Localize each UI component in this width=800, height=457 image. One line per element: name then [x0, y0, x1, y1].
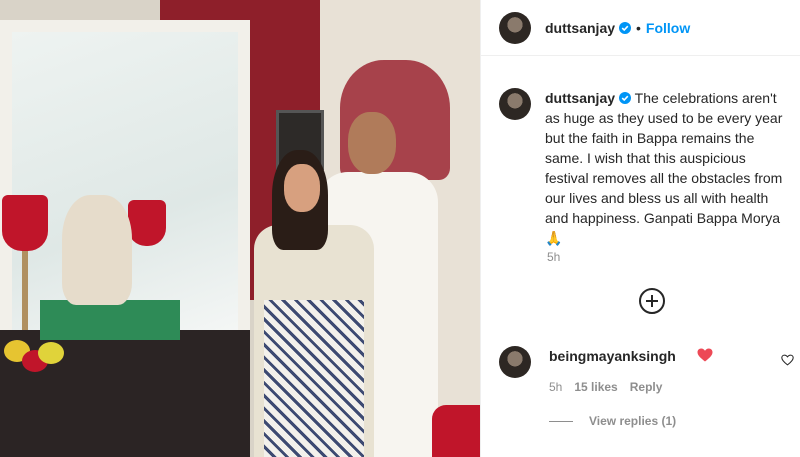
- heart-emoji-icon: [697, 348, 713, 362]
- avatar[interactable]: [499, 346, 531, 378]
- post-photo[interactable]: [0, 0, 480, 457]
- photo-red-lamp: [2, 195, 48, 251]
- follow-button[interactable]: Follow: [646, 20, 690, 36]
- caption-text-block: duttsanjay The celebrations aren't as hu…: [545, 88, 789, 249]
- comment-meta: 5h 15 likes Reply: [549, 380, 662, 394]
- photo-woman-print: [264, 300, 364, 457]
- photo-ganesha-idol: [62, 195, 132, 305]
- separator-dot: •: [636, 19, 641, 36]
- photo-green-cloth: [40, 300, 180, 340]
- header-username[interactable]: duttsanjay: [545, 20, 615, 36]
- caption-text: The celebrations aren't as huge as they …: [545, 90, 783, 226]
- photo-lamp-stand: [22, 250, 28, 330]
- photo-red-chair: [432, 405, 480, 457]
- comment-likes[interactable]: 15 likes: [574, 380, 617, 394]
- verified-badge-icon: [619, 21, 632, 34]
- avatar[interactable]: [499, 11, 531, 44]
- comment-username[interactable]: beingmayanksingh: [549, 348, 676, 364]
- photo-woman-face: [284, 164, 320, 212]
- view-replies-label: View replies (1): [589, 414, 677, 428]
- replies-divider: [549, 420, 573, 422]
- photo-red-lamp: [128, 200, 166, 246]
- reply-button[interactable]: Reply: [630, 380, 663, 394]
- post-sidebar: duttsanjay • Follow duttsanjay The celeb…: [480, 0, 800, 457]
- avatar[interactable]: [499, 88, 531, 120]
- caption-username[interactable]: duttsanjay: [545, 90, 615, 106]
- photo-fruit: [38, 342, 64, 364]
- photo-woman: [250, 150, 380, 457]
- caption-time: 5h: [547, 250, 561, 264]
- add-circle-icon[interactable]: [639, 288, 665, 314]
- post-header: duttsanjay • Follow: [481, 0, 800, 56]
- verified-badge-icon: [619, 92, 632, 104]
- comment-time: 5h: [549, 380, 563, 394]
- view-replies-button[interactable]: View replies (1): [549, 414, 676, 428]
- caption-row: duttsanjay The celebrations aren't as hu…: [499, 88, 789, 249]
- folded-hands-emoji: 🙏: [545, 231, 563, 247]
- like-heart-icon[interactable]: [781, 354, 794, 366]
